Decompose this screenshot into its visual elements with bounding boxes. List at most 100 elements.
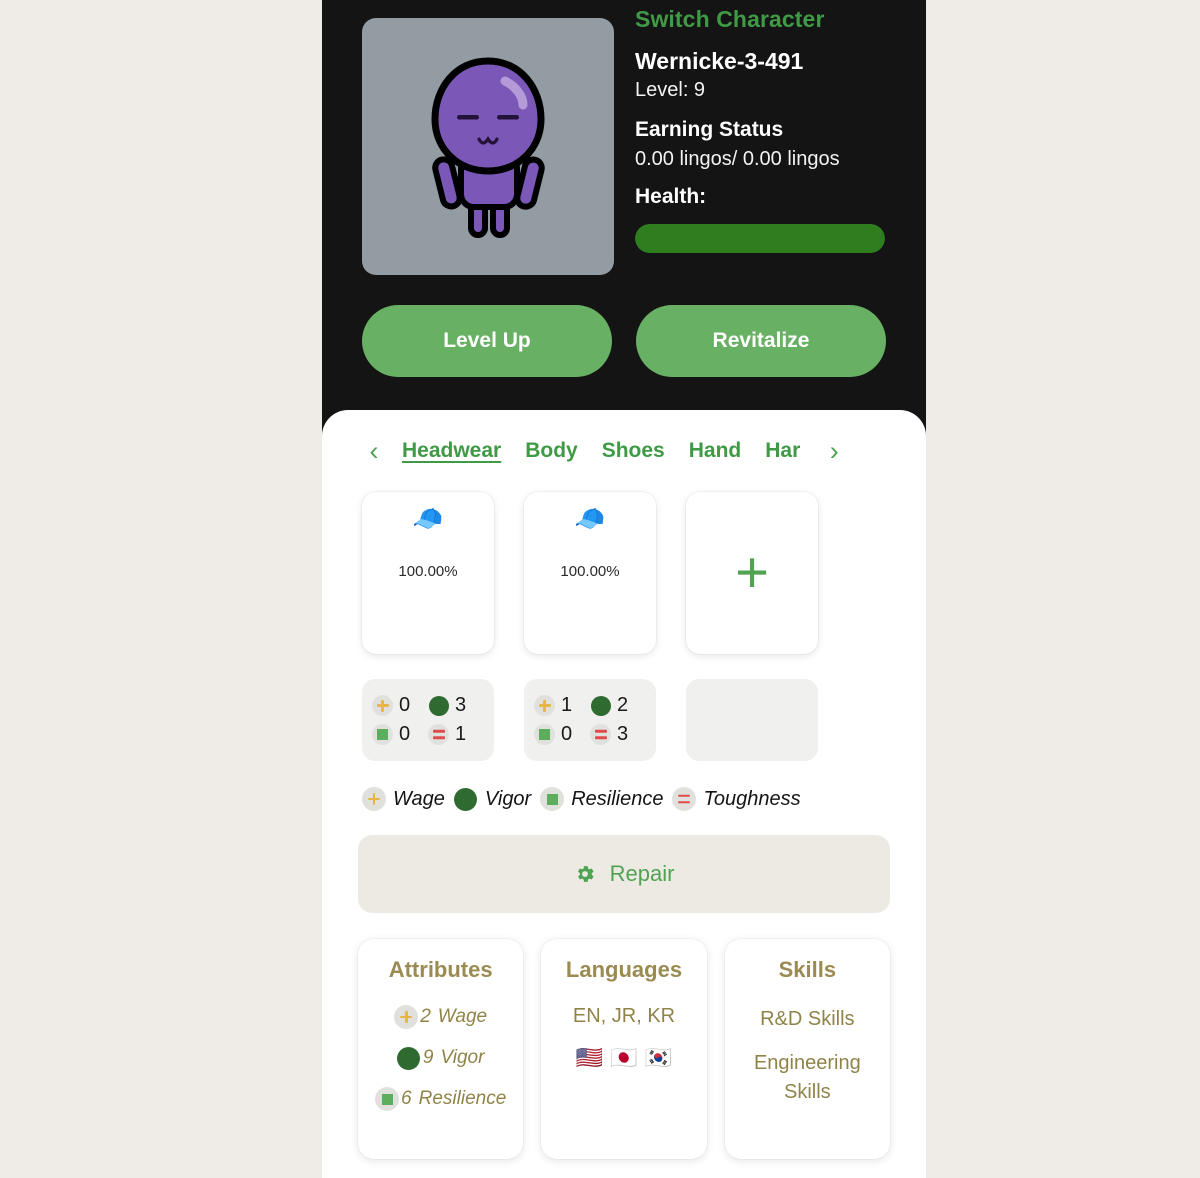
character-avatar-frame[interactable] [362, 18, 614, 275]
legend-item-vigor: Vigor [454, 787, 531, 811]
equipment-item-card[interactable]: 🧢 100.00% [524, 492, 656, 654]
tab-shoes[interactable]: Shoes [590, 439, 677, 463]
item-stat-badge: 1 2 0 3 [524, 679, 656, 761]
level-up-button[interactable]: Level Up [362, 305, 612, 377]
flag-kr-icon: 🇰🇷 [644, 1046, 673, 1071]
languages-card-title: Languages [565, 957, 683, 982]
stat-toughness: 1 [428, 723, 484, 746]
attribute-row-vigor: 9 Vigor [368, 1046, 513, 1070]
stat-toughness-value: 3 [617, 723, 629, 745]
equals-chip-icon [428, 724, 449, 745]
stat-toughness-value: 1 [455, 723, 467, 745]
revitalize-button[interactable]: Revitalize [636, 305, 886, 377]
stat-vigor: 3 [428, 694, 484, 717]
legend-label: Toughness [703, 787, 801, 810]
item-stat-badge: 0 3 0 1 [362, 679, 494, 761]
character-level: Level: 9 [635, 78, 706, 101]
tab-headwear[interactable]: Headwear [390, 439, 513, 463]
stat-vigor-value: 3 [455, 694, 467, 716]
switch-character-link[interactable]: Switch Character [635, 6, 905, 33]
stat-wage: 1 [534, 694, 590, 717]
info-card-row: Attributes 2 Wage 9 Vigor 6 Resilience L… [358, 939, 890, 1159]
circle-chip-icon [397, 1046, 421, 1070]
legend-label: Resilience [571, 787, 664, 810]
health-label: Health: [635, 185, 707, 209]
gear-icon [574, 863, 596, 885]
legend-label: Wage [393, 787, 445, 810]
app-root: Switch Character Wernicke-3-491 Level: 9… [0, 0, 1200, 1178]
add-item-button[interactable]: + [686, 492, 818, 654]
skills-card: Skills R&D Skills Engineering Skills [724, 939, 890, 1159]
square-chip-icon [540, 787, 565, 811]
skill-item: R&D Skills [760, 1008, 855, 1030]
circle-chip-icon [428, 695, 449, 716]
character-info: Switch Character Wernicke-3-491 Level: 9… [635, 6, 905, 253]
attribute-wage-label: Wage [437, 1006, 488, 1027]
equals-chip-icon [590, 724, 611, 745]
square-chip-icon [372, 724, 393, 745]
billed-cap-icon: 🧢 [574, 504, 606, 533]
circle-chip-icon [454, 787, 478, 811]
stat-legend: Wage Vigor Resilience Toughness [358, 787, 890, 811]
hero-action-buttons: Level Up Revitalize [362, 305, 886, 377]
item-durability: 100.00% [560, 563, 620, 580]
tab-har[interactable]: Har [753, 439, 812, 463]
attribute-row-wage: 2 Wage [368, 1005, 513, 1029]
attribute-row-resilience: 6 Resilience [368, 1087, 513, 1111]
phone-panel: Switch Character Wernicke-3-491 Level: 9… [322, 0, 926, 1178]
attributes-card: Attributes 2 Wage 9 Vigor 6 Resilience [358, 939, 524, 1159]
stat-vigor-value: 2 [617, 694, 629, 716]
attribute-wage-text: 2 [420, 1006, 431, 1027]
equipment-item-card[interactable]: 🧢 100.00% [362, 492, 494, 654]
earning-status-title: Earning Status [635, 117, 784, 141]
plus-icon: + [735, 539, 769, 605]
stat-resilience: 0 [534, 723, 590, 746]
chevron-left-icon[interactable]: ‹ [358, 437, 390, 465]
stat-toughness: 3 [590, 723, 646, 746]
stat-resilience: 0 [372, 723, 428, 746]
item-durability: 100.00% [398, 563, 458, 580]
health-bar-fill [635, 223, 885, 253]
legend-item-toughness: Toughness [672, 787, 801, 811]
skills-card-title: Skills [778, 957, 837, 982]
repair-button-label: Repair [609, 861, 675, 886]
equipment-item-row: 🧢 100.00% 🧢 100.00% + [358, 492, 890, 654]
item-stat-badge-row: 0 3 0 1 1 2 0 3 [358, 679, 890, 761]
attribute-vigor-label: Vigor [440, 1047, 485, 1068]
languages-card: Languages EN, JR, KR 🇺🇸 🇯🇵 🇰🇷 [541, 939, 707, 1159]
character-hero-section: Switch Character Wernicke-3-491 Level: 9… [322, 0, 926, 410]
language-flag-row: 🇺🇸 🇯🇵 🇰🇷 [551, 1046, 696, 1071]
stat-wage: 0 [372, 694, 428, 717]
stat-resilience-value: 0 [561, 723, 573, 745]
tab-hand[interactable]: Hand [677, 439, 754, 463]
character-name: Wernicke-3-491 [635, 48, 804, 74]
billed-cap-icon: 🧢 [412, 504, 444, 533]
language-codes: EN, JR, KR [572, 1005, 676, 1027]
attribute-resilience-label: Resilience [418, 1088, 507, 1109]
legend-label: Vigor [484, 787, 532, 810]
stat-resilience-value: 0 [399, 723, 411, 745]
attribute-resilience-text: 6 [401, 1088, 412, 1109]
legend-item-resilience: Resilience [540, 787, 663, 811]
plus-chip-icon [394, 1005, 419, 1029]
flag-us-icon: 🇺🇸 [575, 1046, 604, 1071]
repair-button[interactable]: Repair [358, 835, 890, 913]
earning-status-value: 0.00 lingos/ 0.00 lingos [635, 148, 840, 171]
plus-chip-icon [362, 787, 386, 811]
flag-jp-icon: 🇯🇵 [610, 1046, 638, 1071]
character-avatar-icon [413, 47, 563, 247]
item-stat-badge-empty [686, 679, 818, 761]
stat-wage-value: 1 [561, 694, 573, 716]
health-bar [635, 223, 885, 253]
skill-item: Engineering Skills [753, 1052, 861, 1103]
square-chip-icon [375, 1087, 400, 1111]
equipment-tab-bar: ‹ Headwear Body Shoes Hand Har › [358, 410, 890, 492]
tab-body[interactable]: Body [513, 439, 590, 463]
plus-chip-icon [534, 695, 555, 716]
attributes-card-title: Attributes [388, 957, 493, 982]
attribute-vigor-text: 9 [422, 1047, 434, 1068]
stat-vigor: 2 [590, 694, 646, 717]
stat-wage-value: 0 [399, 694, 411, 716]
circle-chip-icon [590, 695, 611, 716]
chevron-right-icon[interactable]: › [818, 437, 850, 465]
